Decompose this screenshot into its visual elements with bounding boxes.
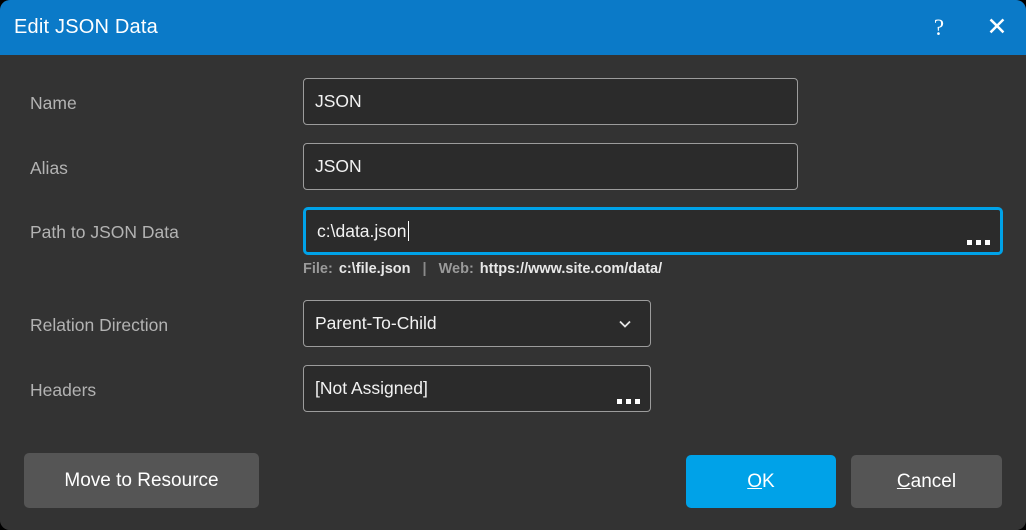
ok-button-label-rest: K bbox=[762, 470, 775, 492]
title-bar: Edit JSON Data ? ✕ bbox=[0, 0, 1026, 55]
relation-direction-value: Parent-To-Child bbox=[315, 313, 437, 333]
alias-input[interactable]: JSON bbox=[303, 143, 798, 190]
chevron-down-icon bbox=[618, 317, 632, 331]
hint-file-label: File: bbox=[303, 261, 333, 277]
help-button[interactable]: ? bbox=[910, 0, 968, 55]
close-icon: ✕ bbox=[986, 13, 1008, 41]
headers-input[interactable]: [Not Assigned] bbox=[303, 365, 651, 412]
close-button[interactable]: ✕ bbox=[968, 0, 1026, 55]
question-mark-icon: ? bbox=[933, 15, 945, 40]
hint-separator: | bbox=[422, 261, 427, 277]
ok-button-mnemonic: O bbox=[747, 470, 763, 492]
text-caret bbox=[407, 221, 409, 241]
dialog-body: Name JSON Alias JSON Path to JSON Data c… bbox=[0, 55, 1026, 530]
relation-direction-label: Relation Direction bbox=[30, 315, 169, 335]
headers-value: [Not Assigned] bbox=[315, 378, 428, 398]
name-label: Name bbox=[30, 93, 77, 113]
hint-file-value: c:\file.json bbox=[338, 261, 411, 277]
path-hint: File: c:\file.json | Web: https://www.site.c… bbox=[303, 261, 662, 277]
headers-label: Headers bbox=[30, 380, 97, 400]
path-browse-ellipsis-icon[interactable] bbox=[967, 240, 990, 245]
hint-web-value: https://www.site.com/data/ bbox=[479, 261, 663, 277]
window-title: Edit JSON Data bbox=[14, 16, 158, 38]
relation-direction-select[interactable]: Parent-To-Child bbox=[303, 300, 651, 347]
headers-browse-ellipsis-icon[interactable] bbox=[617, 399, 640, 404]
path-to-json-data-value: c:\data.json bbox=[317, 220, 407, 241]
name-input-value: JSON bbox=[315, 91, 362, 111]
move-to-resource-button[interactable]: Move to Resource bbox=[24, 453, 259, 508]
edit-json-data-dialog: Edit JSON Data ? ✕ Name JSON Alias JSON … bbox=[0, 0, 1026, 530]
alias-label: Alias bbox=[30, 158, 68, 178]
cancel-button-label-rest: ancel bbox=[910, 470, 957, 492]
ok-button[interactable]: OK bbox=[686, 455, 836, 508]
name-input[interactable]: JSON bbox=[303, 78, 798, 125]
cancel-button[interactable]: Cancel bbox=[851, 455, 1002, 508]
hint-web-label: Web: bbox=[438, 261, 474, 277]
path-to-json-data-input[interactable]: c:\data.json bbox=[303, 207, 1003, 255]
alias-input-value: JSON bbox=[315, 156, 362, 176]
path-to-json-data-label: Path to JSON Data bbox=[30, 222, 179, 242]
cancel-button-mnemonic: C bbox=[896, 470, 911, 492]
